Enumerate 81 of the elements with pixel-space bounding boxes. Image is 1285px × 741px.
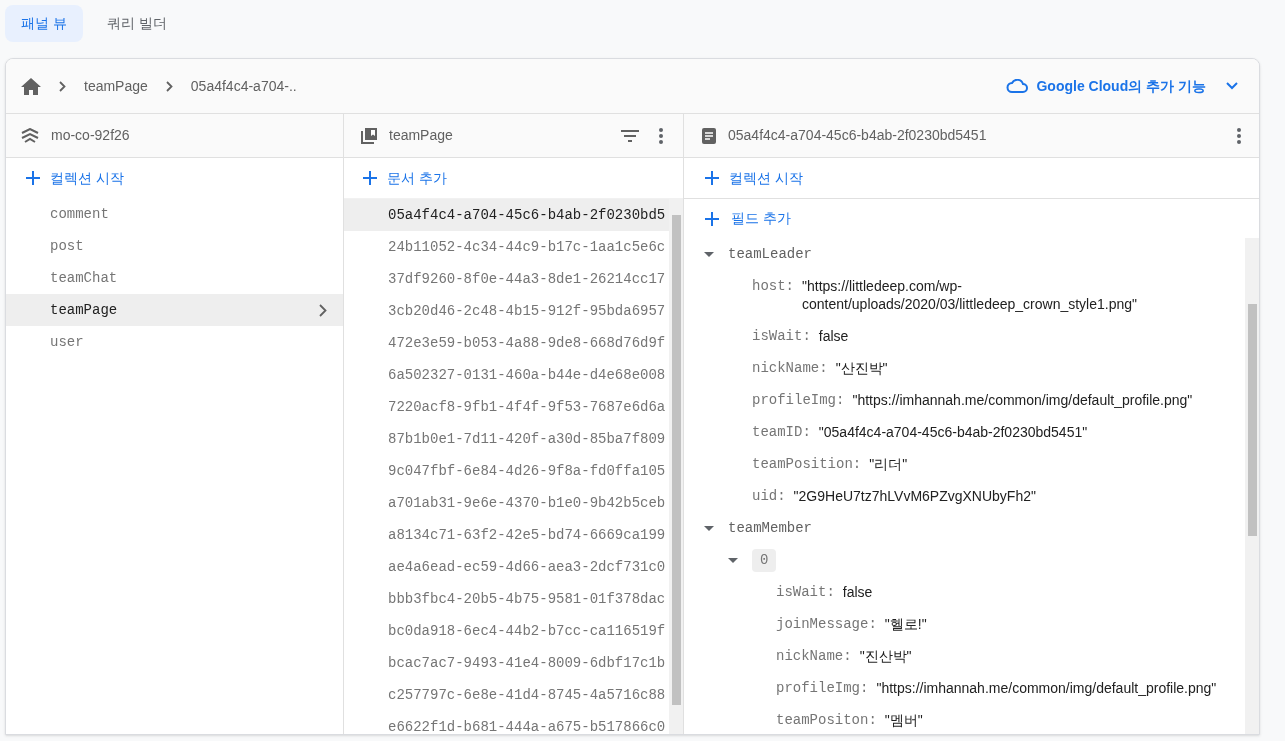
field-key: nickName:	[752, 359, 828, 377]
document-item[interactable]: bbb3fbc4-20b5-4b75-9581-01f378dac	[344, 583, 669, 615]
view-tab[interactable]: 패널 뷰	[5, 5, 83, 42]
plus-icon	[705, 171, 719, 185]
collection-item[interactable]: teamPage	[6, 294, 343, 326]
field-key: isWait:	[776, 583, 835, 601]
more-icon[interactable]	[659, 127, 663, 144]
breadcrumb-link[interactable]: 05a4f4c4-a704-..	[190, 75, 297, 97]
filter-icon[interactable]	[621, 129, 639, 142]
cloud-icon	[1006, 79, 1029, 93]
add-field-button[interactable]: 필드 추가	[684, 199, 1259, 238]
document-item[interactable]: 37df9260-8f0e-44a3-8de1-26214cc17	[344, 263, 669, 295]
document-item[interactable]: 24b11052-4c34-44c9-b17c-1aa1c5e6c	[344, 231, 669, 263]
document-item[interactable]: 05a4f4c4-a704-45c6-b4ab-2f0230bd5	[344, 199, 669, 231]
scrollbar[interactable]	[1245, 238, 1259, 734]
caret-down-icon[interactable]	[704, 249, 714, 259]
home-icon[interactable]	[21, 77, 41, 95]
collection-item[interactable]: post	[6, 230, 343, 262]
document-item[interactable]: 3cb20d46-2c48-4b15-912f-95bda6957	[344, 295, 669, 327]
collection-item[interactable]: teamChat	[6, 262, 343, 294]
chevron-right-icon	[165, 80, 173, 92]
document-item[interactable]: bcac7ac7-9493-41e4-8009-6dbf17c1b	[344, 647, 669, 679]
field-value: "05a4f4c4-a704-45c6-b4ab-2f0230bd5451"	[818, 423, 1088, 441]
field-value: "진산박"	[859, 647, 912, 665]
field-value: "2G9HeU7tz7hLVvM6PZvgXNUbyFh2"	[793, 487, 1036, 505]
start-collection-button[interactable]: 컬렉션 시작	[6, 158, 343, 198]
field-key: teamPositon:	[776, 711, 877, 729]
document-item[interactable]: 87b1b0e1-7d11-420f-a30d-85ba7f809	[344, 423, 669, 455]
document-item[interactable]: a8134c71-63f2-42e5-bd74-6669ca199	[344, 519, 669, 551]
document-item[interactable]: ae4a6ead-ec59-4d66-aea3-2dcf731c0	[344, 551, 669, 583]
collection-item[interactable]: comment	[6, 198, 343, 230]
document-icon	[702, 127, 716, 144]
caret-down-icon[interactable]	[728, 555, 738, 565]
field-value: "멤버"	[884, 711, 923, 729]
project-title: mo-co-92f26	[51, 126, 130, 145]
view-tab[interactable]: 쿼리 빌더	[90, 5, 183, 42]
document-item[interactable]: 9c047fbf-6e84-4d26-9f8a-fd0ffa105	[344, 455, 669, 487]
layers-icon	[21, 127, 39, 144]
field-key: host:	[752, 277, 794, 295]
collection-title: teamPage	[389, 126, 454, 145]
field-key: isWait:	[752, 327, 811, 345]
field-key: joinMessage:	[776, 615, 877, 633]
scrollbar[interactable]	[669, 199, 683, 734]
document-item[interactable]: a701ab31-9e6e-4370-b1e0-9b42b5ceb	[344, 487, 669, 519]
field-key: profileImg:	[752, 391, 845, 409]
field-value: "https://littledeep.com/wp-content/uploads/2020/03/littledeep_crown_style1.png"	[802, 277, 1138, 313]
chevron-right-icon	[319, 303, 327, 317]
document-item[interactable]: c257797c-6e8e-41d4-8745-4a5716c88	[344, 679, 669, 711]
document-item[interactable]: 7220acf8-9fb1-4f4f-9f53-7687e6d6a	[344, 391, 669, 423]
field-value: "산진박"	[835, 359, 888, 377]
chevron-right-icon	[59, 80, 66, 92]
collection-item[interactable]: user	[6, 326, 343, 358]
field-value: "https://imhannah.me/common/img/default_profile.png"	[876, 679, 1217, 697]
field-key: 0	[752, 548, 777, 572]
document-item[interactable]: 6a502327-0131-460a-b44e-d4e68e008	[344, 359, 669, 391]
field-key: teamID:	[752, 423, 811, 441]
plus-icon	[26, 171, 40, 185]
document-title: 05a4f4c4-a704-45c6-b4ab-2f0230bd5451	[728, 126, 988, 145]
field-value: false	[818, 327, 849, 345]
document-item[interactable]: 472e3e59-b053-4a88-9de8-668d76d9f	[344, 327, 669, 359]
field-key: nickName:	[776, 647, 852, 665]
document-item[interactable]: bc0da918-6ec4-44b2-b7cc-ca116519f	[344, 615, 669, 647]
field-value: "https://imhannah.me/common/img/default_profile.png"	[852, 391, 1193, 409]
field-key: teamMember	[728, 517, 812, 539]
collection-icon	[361, 127, 377, 144]
document-item[interactable]: e6622f1d-b681-444a-a675-b517866c0	[344, 711, 669, 734]
field-value: "리더"	[869, 455, 908, 473]
caret-down-icon[interactable]	[704, 523, 714, 533]
plus-icon	[363, 171, 377, 185]
field-key: uid:	[752, 487, 786, 505]
chevron-down-icon	[1226, 82, 1238, 90]
field-key: teamLeader	[728, 243, 812, 265]
field-key: teamPosition:	[752, 455, 862, 473]
field-value: "헬로!"	[884, 615, 927, 633]
more-icon[interactable]	[1237, 127, 1241, 144]
plus-icon	[705, 211, 719, 226]
breadcrumb-link[interactable]: teamPage	[84, 75, 148, 97]
start-collection-button[interactable]: 컬렉션 시작	[684, 158, 1259, 199]
field-key: profileImg:	[776, 679, 869, 697]
field-value: false	[842, 583, 873, 601]
cloud-features-button[interactable]: Google Cloud의 추가 기능	[1006, 75, 1238, 97]
